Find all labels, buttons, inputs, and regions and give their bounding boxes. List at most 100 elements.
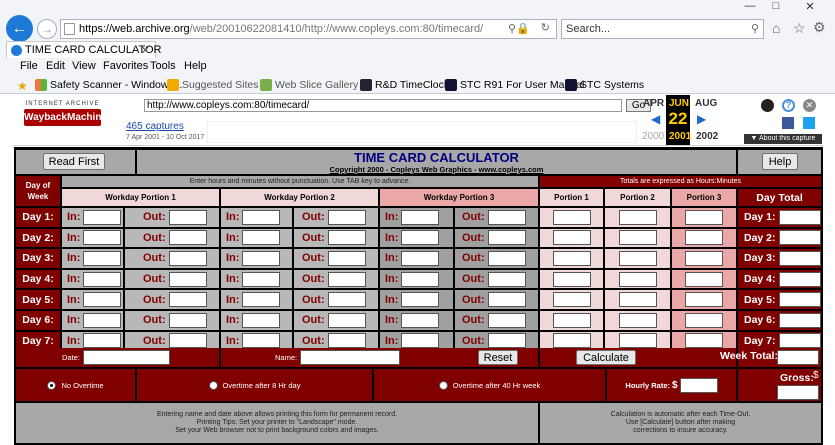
search-icon[interactable]: ⚲ — [508, 22, 516, 35]
star-icon[interactable]: ☆ — [793, 20, 806, 37]
home-icon[interactable]: ⌂ — [772, 20, 780, 36]
day-5-portion-2-total-input[interactable] — [618, 292, 657, 308]
day-7-portion-2-total-input[interactable] — [618, 333, 657, 349]
day-3-portion-3-out-input[interactable] — [487, 250, 526, 266]
day-7-total-input[interactable] — [778, 333, 821, 349]
search-icon[interactable]: ⚲ — [751, 22, 759, 35]
help-button[interactable]: Help — [762, 153, 798, 170]
day-6-portion-2-in-input[interactable] — [242, 312, 281, 328]
day-6-portion-1-out-input[interactable] — [168, 312, 207, 328]
week-total-input[interactable] — [777, 350, 819, 365]
day-2-portion-2-in-input[interactable] — [242, 230, 281, 246]
about-capture-link[interactable]: ▼ About this capture — [744, 134, 822, 144]
day-5-portion-3-in-input[interactable] — [401, 292, 440, 308]
radio-no-overtime[interactable] — [47, 380, 57, 390]
day-5-portion-1-in-input[interactable] — [83, 292, 122, 308]
day-2-portion-1-in-input[interactable] — [83, 230, 122, 246]
fav-stc-systems[interactable]: STC Systems — [580, 79, 644, 91]
address-bar[interactable]: https://web.archive.org/web/200106220814… — [60, 19, 557, 39]
calculate-button[interactable]: Calculate — [576, 350, 636, 365]
menu-favorites[interactable]: Favorites — [103, 60, 148, 72]
day-2-total-input[interactable] — [778, 230, 821, 246]
close-window-button[interactable]: ✕ — [790, 0, 830, 14]
fav-safety-scanner[interactable]: Safety Scanner - Windows... — [50, 79, 182, 91]
day-5-portion-3-total-input[interactable] — [685, 292, 723, 308]
day-3-portion-2-out-input[interactable] — [327, 250, 366, 266]
maximize-button[interactable]: □ — [764, 0, 788, 14]
next-arrow-icon[interactable]: ▶ — [697, 112, 706, 126]
day-3-total-input[interactable] — [778, 250, 821, 266]
day-5-total-input[interactable] — [778, 292, 821, 308]
menu-help[interactable]: Help — [184, 60, 207, 72]
hourly-rate-input[interactable] — [679, 377, 718, 393]
day-6-portion-3-in-input[interactable] — [401, 312, 440, 328]
month-next[interactable]: AUG — [695, 98, 717, 109]
day-2-portion-3-in-input[interactable] — [401, 230, 440, 246]
close-icon[interactable]: ✕ — [141, 44, 150, 57]
day-2-portion-2-total-input[interactable] — [618, 230, 657, 246]
day-5-portion-2-in-input[interactable] — [242, 292, 281, 308]
day-2-portion-1-out-input[interactable] — [168, 230, 207, 246]
day-4-portion-3-out-input[interactable] — [487, 271, 526, 287]
radio-overtime-40hr[interactable] — [438, 380, 448, 390]
day-7-portion-1-in-input[interactable] — [83, 333, 122, 349]
day-7-portion-2-in-input[interactable] — [242, 333, 281, 349]
day-1-portion-3-total-input[interactable] — [685, 209, 723, 225]
day-6-portion-1-in-input[interactable] — [83, 312, 122, 328]
day-6-portion-1-total-input[interactable] — [552, 312, 591, 328]
forward-button[interactable]: → — [37, 19, 57, 39]
day-7-portion-3-total-input[interactable] — [685, 333, 723, 349]
copyright-link[interactable]: Copyright 2000 - Copleys Web Graphics - … — [330, 165, 544, 174]
day-2-portion-3-total-input[interactable] — [685, 230, 723, 246]
day-6-portion-2-out-input[interactable] — [327, 312, 366, 328]
day-6-total-input[interactable] — [778, 312, 821, 328]
refresh-icon[interactable]: ↻ — [541, 21, 550, 34]
day-2-portion-2-out-input[interactable] — [327, 230, 366, 246]
facebook-icon[interactable] — [782, 117, 794, 129]
lock-icon[interactable]: 🔒 — [516, 22, 530, 35]
name-input[interactable] — [300, 350, 401, 365]
radio-overtime-8hr[interactable] — [208, 380, 218, 390]
date-input[interactable] — [82, 350, 170, 365]
day-6-portion-3-out-input[interactable] — [487, 312, 526, 328]
prev-arrow-icon[interactable]: ◀ — [651, 112, 660, 126]
day-3-portion-2-in-input[interactable] — [242, 250, 281, 266]
day-4-portion-1-total-input[interactable] — [552, 271, 591, 287]
back-button[interactable]: ← — [6, 15, 33, 42]
day-1-portion-3-in-input[interactable] — [401, 209, 440, 225]
search-input[interactable]: Search... ⚲ — [561, 19, 764, 39]
day-7-portion-1-out-input[interactable] — [168, 333, 207, 349]
day-7-portion-3-in-input[interactable] — [401, 333, 440, 349]
menu-edit[interactable]: Edit — [46, 60, 65, 72]
year-next[interactable]: 2002 — [696, 131, 718, 142]
user-icon[interactable] — [761, 99, 774, 112]
day-4-portion-1-out-input[interactable] — [168, 271, 207, 287]
day-1-portion-2-in-input[interactable] — [242, 209, 281, 225]
fav-suggested-sites[interactable]: Suggested Sites ▾ — [182, 79, 267, 91]
menu-file[interactable]: File — [20, 60, 38, 72]
gross-input[interactable] — [777, 385, 819, 400]
day-3-portion-3-total-input[interactable] — [685, 250, 723, 266]
day-1-portion-2-out-input[interactable] — [327, 209, 366, 225]
day-4-portion-1-in-input[interactable] — [83, 271, 122, 287]
day-4-portion-2-in-input[interactable] — [242, 271, 281, 287]
day-5-portion-2-out-input[interactable] — [327, 292, 366, 308]
day-3-portion-3-in-input[interactable] — [401, 250, 440, 266]
fav-rd-timeclock[interactable]: R&D TimeClock — [375, 79, 449, 91]
menu-tools[interactable]: Tools — [150, 60, 176, 72]
day-1-portion-2-total-input[interactable] — [618, 209, 657, 225]
day-4-portion-3-in-input[interactable] — [401, 271, 440, 287]
day-5-portion-1-total-input[interactable] — [552, 292, 591, 308]
day-4-total-input[interactable] — [778, 271, 821, 287]
day-1-portion-3-out-input[interactable] — [487, 209, 526, 225]
reset-button[interactable]: Reset — [478, 350, 518, 365]
day-6-portion-2-total-input[interactable] — [618, 312, 657, 328]
day-2-portion-3-out-input[interactable] — [487, 230, 526, 246]
day-1-portion-1-out-input[interactable] — [168, 209, 207, 225]
wayback-logo[interactable]: INTERNET ARCHIVE WaybackMachine — [24, 101, 107, 133]
day-6-portion-3-total-input[interactable] — [685, 312, 723, 328]
day-7-portion-1-total-input[interactable] — [552, 333, 591, 349]
menu-view[interactable]: View — [72, 60, 96, 72]
close-icon[interactable]: ✕ — [803, 99, 816, 112]
day-5-portion-1-out-input[interactable] — [168, 292, 207, 308]
